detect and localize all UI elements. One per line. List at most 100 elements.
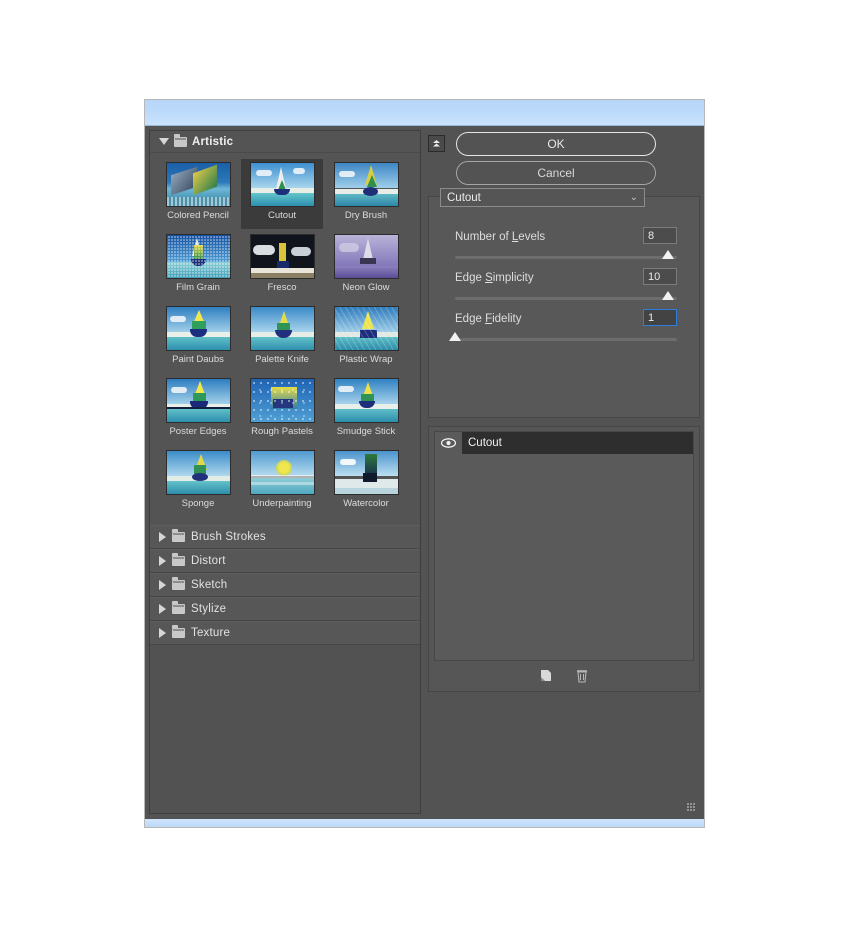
filter-thumbnail bbox=[333, 234, 399, 279]
filter-cell-colored-pencil[interactable]: Colored Pencil bbox=[157, 159, 239, 229]
filter-label: Paint Daubs bbox=[172, 354, 224, 365]
filter-thumbnail bbox=[165, 450, 231, 495]
ok-button[interactable]: OK bbox=[456, 132, 656, 156]
category-label: Artistic bbox=[192, 135, 234, 148]
filter-thumbnail bbox=[249, 162, 315, 207]
param-slider-thumb[interactable] bbox=[449, 332, 461, 341]
filter-cell-paint-daubs[interactable]: Paint Daubs bbox=[157, 303, 239, 373]
filter-cell-watercolor[interactable]: Watercolor bbox=[325, 447, 407, 517]
filter-cell-fresco[interactable]: Fresco bbox=[241, 231, 323, 301]
folder-icon bbox=[172, 601, 185, 614]
filter-select-dropdown[interactable]: Cutout ⌄ bbox=[440, 188, 645, 207]
param-label: Edge Simplicity bbox=[455, 272, 534, 284]
filter-label: Sponge bbox=[181, 498, 215, 509]
collapse-preview-button[interactable] bbox=[428, 135, 445, 152]
category-row-distort[interactable]: Distort bbox=[150, 549, 420, 573]
filter-label: Film Grain bbox=[176, 282, 220, 293]
effect-layers-panel: Cutout bbox=[428, 426, 700, 692]
param-slider-track[interactable] bbox=[455, 250, 677, 259]
filter-cell-poster-edges[interactable]: Poster Edges bbox=[157, 375, 239, 445]
filter-thumbnail bbox=[165, 162, 231, 207]
filter-thumbnail bbox=[249, 306, 315, 351]
filter-cell-cutout[interactable]: Cutout bbox=[241, 159, 323, 229]
filter-select-value: Cutout bbox=[447, 191, 481, 204]
filter-gallery-window: Artistic Colored Pencil Cutout Dry Brush… bbox=[144, 99, 705, 828]
window-body: Artistic Colored Pencil Cutout Dry Brush… bbox=[145, 126, 704, 819]
category-row-brush-strokes[interactable]: Brush Strokes bbox=[150, 525, 420, 549]
filter-cell-dry-brush[interactable]: Dry Brush bbox=[325, 159, 407, 229]
param-slider-track[interactable] bbox=[455, 291, 677, 300]
param-value-input[interactable]: 8 bbox=[643, 227, 677, 244]
parameters-panel: Cutout ⌄ Number of Levels 8 Edge Simplic… bbox=[428, 188, 700, 418]
delete-effect-layer-icon[interactable] bbox=[574, 668, 590, 684]
new-effect-layer-icon[interactable] bbox=[538, 668, 554, 684]
disclosure-triangle-right-icon[interactable] bbox=[159, 532, 166, 542]
category-label: Texture bbox=[191, 627, 231, 639]
category-row-sketch[interactable]: Sketch bbox=[150, 573, 420, 597]
param-value-input[interactable]: 10 bbox=[643, 268, 677, 285]
category-label: Brush Strokes bbox=[191, 531, 266, 543]
category-header-artistic[interactable]: Artistic bbox=[150, 131, 420, 153]
filter-cell-underpainting[interactable]: Underpainting bbox=[241, 447, 323, 517]
filter-label: Poster Edges bbox=[169, 426, 227, 437]
disclosure-triangle-right-icon[interactable] bbox=[159, 604, 166, 614]
double-chevron-up-icon bbox=[433, 140, 440, 147]
filter-cell-sponge[interactable]: Sponge bbox=[157, 447, 239, 517]
disclosure-triangle-down-icon[interactable] bbox=[159, 138, 169, 145]
eye-icon[interactable] bbox=[435, 432, 462, 454]
window-bottom-edge bbox=[145, 819, 704, 827]
cancel-button[interactable]: Cancel bbox=[456, 161, 656, 185]
param-label: Number of Levels bbox=[455, 231, 546, 243]
chevron-down-icon: ⌄ bbox=[629, 192, 638, 203]
filter-cell-palette-knife[interactable]: Palette Knife bbox=[241, 303, 323, 373]
param-slider-thumb[interactable] bbox=[662, 250, 675, 259]
effect-layers-toolbar bbox=[429, 663, 699, 689]
filter-label: Dry Brush bbox=[344, 210, 388, 221]
filter-thumbnail bbox=[333, 306, 399, 351]
filter-label: Watercolor bbox=[343, 498, 389, 509]
filter-label: Rough Pastels bbox=[251, 426, 313, 437]
param-label: Edge Fidelity bbox=[455, 313, 522, 325]
effect-layer-row[interactable]: Cutout bbox=[435, 432, 693, 454]
filter-label: Cutout bbox=[268, 210, 296, 221]
effect-layer-name: Cutout bbox=[468, 437, 502, 449]
disclosure-triangle-right-icon[interactable] bbox=[159, 580, 166, 590]
category-label: Sketch bbox=[191, 579, 228, 591]
controls-pane: OK Cancel Cutout ⌄ Number of Levels 8 Ed… bbox=[428, 130, 700, 814]
category-row-texture[interactable]: Texture bbox=[150, 621, 420, 645]
filter-thumbnail bbox=[165, 234, 231, 279]
window-titlebar[interactable] bbox=[145, 100, 704, 126]
filter-label: Smudge Stick bbox=[336, 426, 396, 437]
category-label: Distort bbox=[191, 555, 226, 567]
category-label: Stylize bbox=[191, 603, 227, 615]
folder-open-icon bbox=[174, 133, 187, 147]
effect-layers-list: Cutout bbox=[434, 431, 694, 661]
filter-thumbnail bbox=[249, 378, 315, 423]
filter-thumbnail bbox=[249, 234, 315, 279]
filter-label: Colored Pencil bbox=[167, 210, 229, 221]
filter-cell-smudge-stick[interactable]: Smudge Stick bbox=[325, 375, 407, 445]
param-slider-thumb[interactable] bbox=[662, 291, 675, 300]
resize-grip-icon[interactable] bbox=[687, 803, 696, 812]
filter-label: Underpainting bbox=[252, 498, 312, 509]
disclosure-triangle-right-icon[interactable] bbox=[159, 628, 166, 638]
filter-label: Neon Glow bbox=[342, 282, 390, 293]
filter-cell-neon-glow[interactable]: Neon Glow bbox=[325, 231, 407, 301]
filter-label: Palette Knife bbox=[255, 354, 309, 365]
filter-thumbnail bbox=[333, 450, 399, 495]
category-row-stylize[interactable]: Stylize bbox=[150, 597, 420, 621]
filter-cell-film-grain[interactable]: Film Grain bbox=[157, 231, 239, 301]
disclosure-triangle-right-icon[interactable] bbox=[159, 556, 166, 566]
filter-cell-rough-pastels[interactable]: Rough Pastels bbox=[241, 375, 323, 445]
filter-thumbnail bbox=[165, 306, 231, 351]
folder-icon bbox=[172, 529, 185, 542]
filter-browser: Artistic Colored Pencil Cutout Dry Brush… bbox=[149, 130, 421, 814]
filter-thumbnail bbox=[249, 450, 315, 495]
param-value-input[interactable]: 1 bbox=[643, 309, 677, 326]
param-slider-track[interactable] bbox=[449, 332, 677, 341]
filter-label: Fresco bbox=[267, 282, 297, 293]
filter-thumbnail bbox=[333, 162, 399, 207]
folder-icon bbox=[172, 577, 185, 590]
filter-cell-plastic-wrap[interactable]: Plastic Wrap bbox=[325, 303, 407, 373]
filter-thumbnail-grid: Colored Pencil Cutout Dry Brush Film Gra… bbox=[150, 153, 420, 525]
